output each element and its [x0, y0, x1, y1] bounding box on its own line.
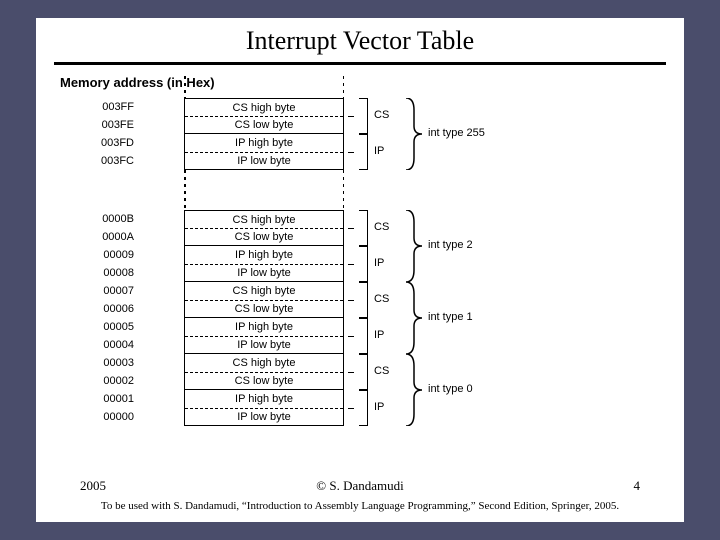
ivt-diagram: 003FF CS high byte 003FE CS low byte 003…	[54, 98, 666, 458]
brace-type-2	[404, 210, 422, 282]
gap-dash	[343, 170, 345, 210]
open-top	[184, 76, 344, 98]
address: 00000	[74, 408, 134, 426]
pair-label-ip: IP	[374, 330, 384, 341]
address: 00006	[74, 300, 134, 318]
type-label: int type 255	[428, 128, 485, 139]
cell: CS low byte	[184, 116, 344, 134]
cell: IP high byte	[184, 390, 344, 408]
memory-address-header: Memory address (in Hex)	[60, 75, 666, 90]
address: 003FF	[74, 98, 134, 116]
slide-title: Interrupt Vector Table	[36, 18, 684, 56]
address: 00009	[74, 246, 134, 264]
cell: CS high byte	[184, 98, 344, 116]
type-label: int type 1	[428, 312, 473, 323]
cell: CS low byte	[184, 300, 344, 318]
address: 00005	[74, 318, 134, 336]
brace-type-1	[404, 282, 422, 354]
address: 00008	[74, 264, 134, 282]
brace-type-255	[404, 98, 422, 170]
brace-ip	[354, 318, 368, 354]
address: 00004	[74, 336, 134, 354]
pair-label-cs: CS	[374, 294, 389, 305]
pair-label-cs: CS	[374, 110, 389, 121]
type-label: int type 0	[428, 384, 473, 395]
slide: Interrupt Vector Table Memory address (i…	[36, 18, 684, 522]
brace-ip	[354, 134, 368, 170]
address: 003FD	[74, 134, 134, 152]
address: 0000B	[74, 210, 134, 228]
pair-label-cs: CS	[374, 366, 389, 377]
address: 00003	[74, 354, 134, 372]
cell: IP low byte	[184, 336, 344, 354]
address: 00001	[74, 390, 134, 408]
cell: IP low byte	[184, 152, 344, 170]
brace-type-0	[404, 354, 422, 426]
brace-ip	[354, 390, 368, 426]
address: 00002	[74, 372, 134, 390]
brace-cs	[354, 98, 368, 134]
cell: IP high byte	[184, 318, 344, 336]
diagram-area: Memory address (in Hex) 003FF CS high by…	[54, 75, 666, 475]
cell: CS low byte	[184, 228, 344, 246]
type-label: int type 2	[428, 240, 473, 251]
footer-citation: To be used with S. Dandamudi, “Introduct…	[72, 500, 648, 512]
pair-label-ip: IP	[374, 146, 384, 157]
cell: CS low byte	[184, 372, 344, 390]
address: 00007	[74, 282, 134, 300]
pair-label-ip: IP	[374, 258, 384, 269]
cell: CS high byte	[184, 354, 344, 372]
cell: IP low byte	[184, 264, 344, 282]
cell: IP high byte	[184, 134, 344, 152]
brace-cs	[354, 354, 368, 390]
address: 0000A	[74, 228, 134, 246]
gap-dash	[184, 170, 186, 210]
title-rule	[54, 62, 666, 65]
brace-cs	[354, 282, 368, 318]
pair-label-ip: IP	[374, 402, 384, 413]
footer-copyright: © S. Dandamudi	[72, 478, 648, 494]
cell: IP low byte	[184, 408, 344, 426]
brace-ip	[354, 246, 368, 282]
cell: CS high byte	[184, 282, 344, 300]
address: 003FC	[74, 152, 134, 170]
cell: CS high byte	[184, 210, 344, 228]
brace-cs	[354, 210, 368, 246]
pair-label-cs: CS	[374, 222, 389, 233]
address: 003FE	[74, 116, 134, 134]
footer-page-number: 4	[634, 478, 641, 494]
cell: IP high byte	[184, 246, 344, 264]
